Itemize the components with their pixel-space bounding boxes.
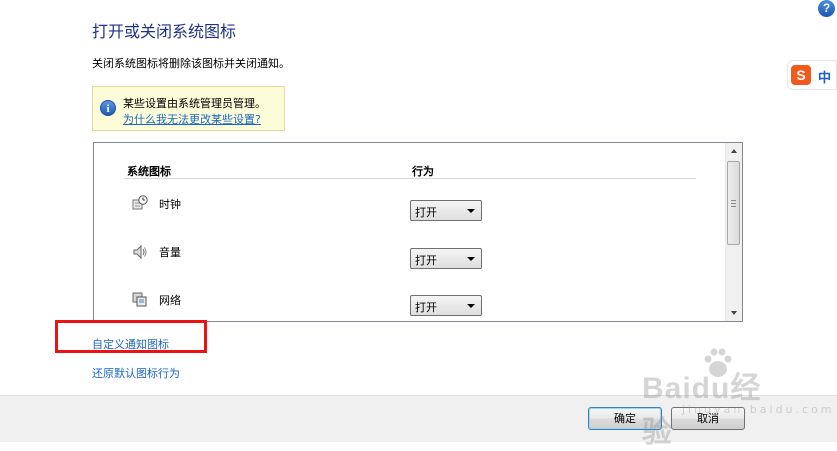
baidu-watermark: Baidu经验 jingyan.baidu.com	[642, 345, 832, 449]
row-label-volume: 音量	[159, 246, 181, 259]
column-header-behavior: 行为	[412, 165, 434, 178]
chevron-down-icon	[467, 257, 475, 261]
page-title: 打开或关闭系统图标	[92, 22, 237, 41]
ime-toolbar[interactable]: S 中	[787, 60, 837, 90]
row-label-network: 网络	[159, 294, 181, 307]
clock-behavior-select[interactable]: 打开	[410, 200, 482, 221]
info-icon: i	[100, 100, 116, 116]
customize-notification-icons-link[interactable]: 自定义通知图标	[92, 336, 169, 352]
scroll-up-arrow-icon[interactable]	[726, 143, 742, 159]
vertical-scrollbar[interactable]	[725, 143, 742, 321]
volume-behavior-value: 打开	[415, 254, 437, 267]
info-text: 某些设置由系统管理员管理。	[123, 97, 266, 110]
network-icon	[132, 292, 148, 308]
help-icon[interactable]: ?	[818, 0, 835, 17]
sogou-logo-icon: S	[791, 65, 811, 85]
clock-behavior-value: 打开	[415, 206, 437, 219]
scroll-thumb[interactable]	[727, 161, 740, 245]
clock-icon	[132, 195, 148, 211]
volume-icon	[132, 244, 148, 260]
scroll-down-arrow-icon[interactable]	[726, 305, 742, 321]
header-divider	[124, 178, 696, 179]
page-description: 关闭系统图标将删除该图标并关闭通知。	[92, 57, 290, 70]
watermark-url: jingyan.baidu.com	[682, 403, 835, 416]
column-header-system-icon: 系统图标	[127, 165, 171, 178]
system-icons-list: 系统图标 行为 时钟 打开 音量 打开 网络 打开	[93, 142, 743, 322]
restore-default-behavior-link[interactable]: 还原默认图标行为	[92, 365, 180, 381]
row-label-clock: 时钟	[159, 198, 181, 211]
network-behavior-select[interactable]: 打开	[410, 295, 482, 316]
why-cant-change-link[interactable]: 为什么我无法更改某些设置?	[123, 111, 261, 127]
grip-icon	[731, 200, 736, 207]
ime-language-indicator[interactable]: 中	[818, 67, 831, 86]
info-box: i 某些设置由系统管理员管理。 为什么我无法更改某些设置?	[92, 86, 285, 131]
chevron-down-icon	[467, 209, 475, 213]
chevron-down-icon	[467, 304, 475, 308]
network-behavior-value: 打开	[415, 301, 437, 314]
volume-behavior-select[interactable]: 打开	[410, 248, 482, 269]
